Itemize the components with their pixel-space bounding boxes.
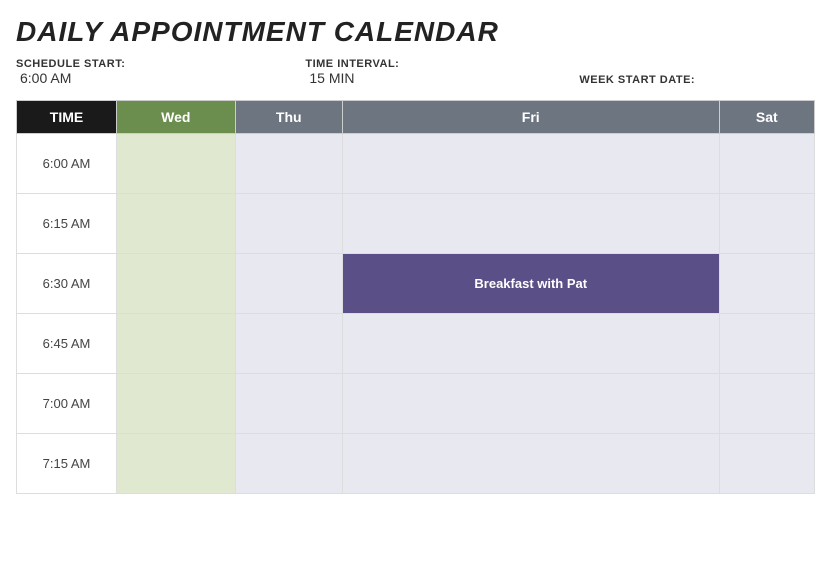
time-cell: 6:00 AM xyxy=(17,134,117,194)
time-cell: 6:45 AM xyxy=(17,314,117,374)
calendar-table: TIME Wed Thu Fri Sat 6:00 AM6:15 AM6:30 … xyxy=(16,100,815,494)
time-interval-value: 15 MIN xyxy=(309,70,399,86)
wed-cell xyxy=(117,374,236,434)
schedule-start-group: SCHEDULE START: 6:00 AM xyxy=(16,58,125,86)
thu-cell xyxy=(235,134,342,194)
thu-cell xyxy=(235,254,342,314)
th-thu: Thu xyxy=(235,101,342,134)
time-cell: 7:15 AM xyxy=(17,434,117,494)
sat-cell xyxy=(719,314,814,374)
fri-cell xyxy=(342,134,719,194)
fri-cell: Breakfast with Pat xyxy=(342,254,719,314)
time-interval-group: TIME INTERVAL: 15 MIN xyxy=(305,58,399,86)
schedule-start-label: SCHEDULE START: xyxy=(16,58,125,70)
wed-cell xyxy=(117,314,236,374)
fri-cell xyxy=(342,374,719,434)
table-row: 6:00 AM xyxy=(17,134,815,194)
table-row: 7:15 AM xyxy=(17,434,815,494)
sat-cell xyxy=(719,134,814,194)
page-title: DAILY APPOINTMENT CALENDAR xyxy=(16,16,815,48)
th-fri: Fri xyxy=(342,101,719,134)
wed-cell xyxy=(117,434,236,494)
time-cell: 7:00 AM xyxy=(17,374,117,434)
table-row: 6:30 AM Breakfast with Pat xyxy=(17,254,815,314)
appointment-block[interactable]: Breakfast with Pat xyxy=(343,254,719,313)
thu-cell xyxy=(235,434,342,494)
sat-cell xyxy=(719,254,814,314)
time-cell: 6:30 AM xyxy=(17,254,117,314)
meta-bar: SCHEDULE START: 6:00 AM TIME INTERVAL: 1… xyxy=(16,58,815,86)
week-start-date-group: WEEK START DATE: xyxy=(579,74,695,86)
week-start-date-label: WEEK START DATE: xyxy=(579,74,695,86)
fri-cell xyxy=(342,314,719,374)
thu-cell xyxy=(235,194,342,254)
wed-cell xyxy=(117,254,236,314)
thu-cell xyxy=(235,314,342,374)
wed-cell xyxy=(117,194,236,254)
time-cell: 6:15 AM xyxy=(17,194,117,254)
th-wed: Wed xyxy=(117,101,236,134)
sat-cell xyxy=(719,434,814,494)
table-row: 7:00 AM xyxy=(17,374,815,434)
thu-cell xyxy=(235,374,342,434)
time-interval-label: TIME INTERVAL: xyxy=(305,58,399,70)
schedule-start-value: 6:00 AM xyxy=(20,70,125,86)
sat-cell xyxy=(719,374,814,434)
table-row: 6:45 AM xyxy=(17,314,815,374)
fri-cell xyxy=(342,194,719,254)
header-row: TIME Wed Thu Fri Sat xyxy=(17,101,815,134)
wed-cell xyxy=(117,134,236,194)
fri-cell xyxy=(342,434,719,494)
th-sat: Sat xyxy=(719,101,814,134)
sat-cell xyxy=(719,194,814,254)
table-row: 6:15 AM xyxy=(17,194,815,254)
th-time: TIME xyxy=(17,101,117,134)
